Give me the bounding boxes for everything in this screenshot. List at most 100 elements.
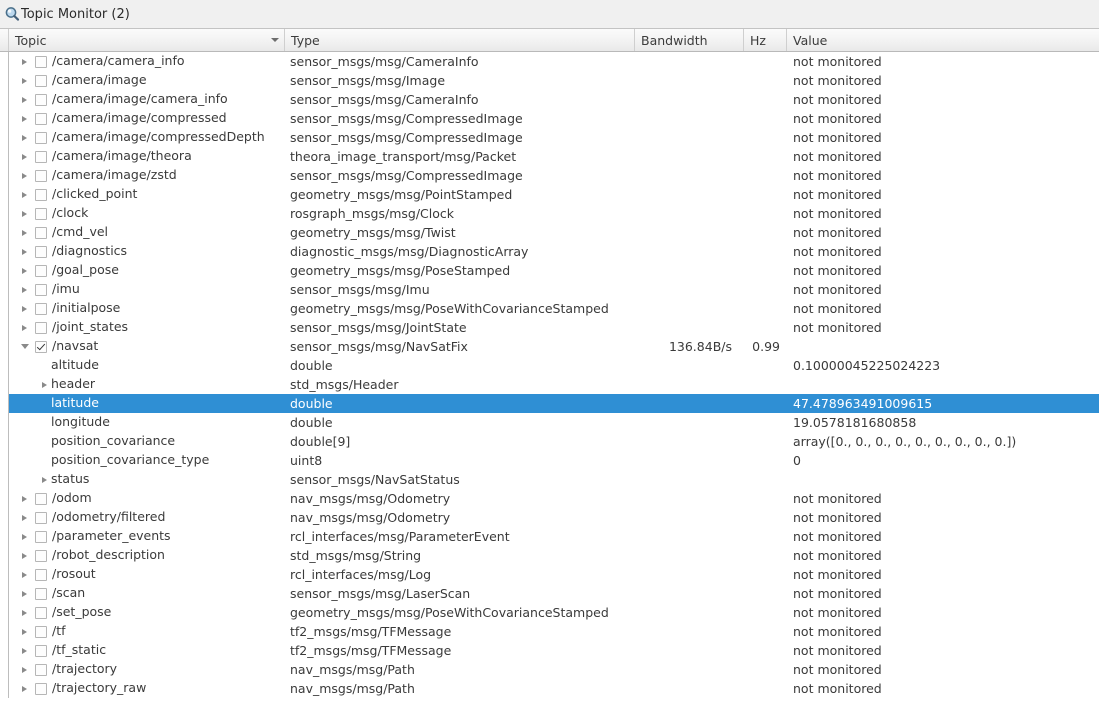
- topic-checkbox[interactable]: [35, 492, 47, 505]
- topic-checkbox[interactable]: [35, 264, 47, 277]
- topic-checkbox[interactable]: [35, 511, 47, 524]
- cell-topic[interactable]: /camera/camera_info: [9, 52, 285, 71]
- expand-arrow-closed-icon[interactable]: [18, 318, 31, 337]
- expand-arrow-closed-icon[interactable]: [38, 470, 51, 489]
- topic-checkbox[interactable]: [35, 112, 47, 125]
- cell-topic[interactable]: /clicked_point: [9, 185, 285, 204]
- cell-topic[interactable]: /initialpose: [9, 299, 285, 318]
- cell-topic[interactable]: /imu: [9, 280, 285, 299]
- topic-checkbox[interactable]: [35, 587, 47, 600]
- topic-checkbox[interactable]: [35, 625, 47, 638]
- cell-topic[interactable]: /camera/image/compressedDepth: [9, 128, 285, 147]
- topic-checkbox[interactable]: [35, 321, 47, 334]
- cell-topic[interactable]: /camera/image: [9, 71, 285, 90]
- table-row[interactable]: /parameter_events rcl_interfaces/msg/Para…: [0, 527, 1099, 546]
- table-row[interactable]: /camera/image/zstd sensor_msgs/msg/Compre…: [0, 166, 1099, 185]
- cell-topic[interactable]: /tf: [9, 622, 285, 641]
- expand-arrow-closed-icon[interactable]: [18, 565, 31, 584]
- column-header-hz[interactable]: Hz: [744, 29, 787, 51]
- cell-topic[interactable]: /parameter_events: [9, 527, 285, 546]
- expand-arrow-closed-icon[interactable]: [18, 679, 31, 698]
- expand-arrow-closed-icon[interactable]: [18, 622, 31, 641]
- column-header-value[interactable]: Value: [787, 29, 1099, 51]
- topic-checkbox[interactable]: [35, 549, 47, 562]
- table-row[interactable]: /navsat sensor_msgs/msg/NavSatFix 136.84B/…: [0, 337, 1099, 356]
- cell-topic[interactable]: status: [9, 470, 285, 489]
- column-header-type[interactable]: Type: [285, 29, 635, 51]
- table-row[interactable]: /camera/image sensor_msgs/msg/Image not mo…: [0, 71, 1099, 90]
- expand-arrow-closed-icon[interactable]: [18, 660, 31, 679]
- table-row[interactable]: latitude double 47.478963491009615: [0, 394, 1099, 413]
- cell-topic[interactable]: /scan: [9, 584, 285, 603]
- expand-arrow-closed-icon[interactable]: [18, 109, 31, 128]
- expand-arrow-closed-icon[interactable]: [18, 489, 31, 508]
- cell-topic[interactable]: altitude: [9, 356, 285, 375]
- cell-topic[interactable]: /trajectory_raw: [9, 679, 285, 698]
- expand-arrow-closed-icon[interactable]: [18, 584, 31, 603]
- table-row[interactable]: /initialpose geometry_msgs/msg/PoseWithCo…: [0, 299, 1099, 318]
- table-row[interactable]: altitude double 0.10000045225024223: [0, 356, 1099, 375]
- column-header-topic[interactable]: Topic: [9, 29, 285, 51]
- cell-topic[interactable]: /diagnostics: [9, 242, 285, 261]
- topic-checkbox[interactable]: [35, 226, 47, 239]
- topic-monitor-tree[interactable]: Topic Type Bandwidth Hz Value /camera/ca…: [0, 28, 1099, 720]
- cell-topic[interactable]: /camera/image/compressed: [9, 109, 285, 128]
- expand-arrow-closed-icon[interactable]: [18, 261, 31, 280]
- table-row[interactable]: /camera/image/theora theora_image_transpo…: [0, 147, 1099, 166]
- topic-checkbox[interactable]: [35, 245, 47, 258]
- table-row[interactable]: /goal_pose geometry_msgs/msg/PoseStamped n…: [0, 261, 1099, 280]
- cell-topic[interactable]: longitude: [9, 413, 285, 432]
- expand-arrow-closed-icon[interactable]: [18, 90, 31, 109]
- table-row[interactable]: /trajectory nav_msgs/msg/Path not monitore…: [0, 660, 1099, 679]
- topic-checkbox[interactable]: [35, 93, 47, 106]
- expand-arrow-closed-icon[interactable]: [18, 185, 31, 204]
- table-row[interactable]: /camera/image/compressedDepth sensor_msgs…: [0, 128, 1099, 147]
- table-row[interactable]: /joint_states sensor_msgs/msg/JointState n…: [0, 318, 1099, 337]
- cell-topic[interactable]: /camera/image/camera_info: [9, 90, 285, 109]
- topic-checkbox[interactable]: [35, 682, 47, 695]
- table-row[interactable]: /robot_description std_msgs/msg/String not…: [0, 546, 1099, 565]
- cell-topic[interactable]: /navsat: [9, 337, 285, 356]
- table-row[interactable]: /odometry/filtered nav_msgs/msg/Odometry n…: [0, 508, 1099, 527]
- table-row[interactable]: /tf tf2_msgs/msg/TFMessage not monitored: [0, 622, 1099, 641]
- cell-topic[interactable]: /camera/image/zstd: [9, 166, 285, 185]
- topic-checkbox[interactable]: [35, 169, 47, 182]
- cell-topic[interactable]: /odom: [9, 489, 285, 508]
- column-header-bandwidth[interactable]: Bandwidth: [635, 29, 744, 51]
- table-row[interactable]: /camera/image/compressed sensor_msgs/msg/…: [0, 109, 1099, 128]
- cell-topic[interactable]: /goal_pose: [9, 261, 285, 280]
- table-row[interactable]: /clicked_point geometry_msgs/msg/PointSta…: [0, 185, 1099, 204]
- table-row[interactable]: /imu sensor_msgs/msg/Imu not monitored: [0, 280, 1099, 299]
- expand-arrow-closed-icon[interactable]: [18, 223, 31, 242]
- topic-checkbox[interactable]: [35, 131, 47, 144]
- table-row[interactable]: /trajectory_raw nav_msgs/msg/Path not moni…: [0, 679, 1099, 698]
- expand-arrow-open-icon[interactable]: [18, 337, 31, 356]
- table-row[interactable]: /diagnostics diagnostic_msgs/msg/Diagnost…: [0, 242, 1099, 261]
- table-row[interactable]: /camera/camera_info sensor_msgs/msg/Camer…: [0, 52, 1099, 71]
- table-row[interactable]: position_covariance double[9] array([0., 0…: [0, 432, 1099, 451]
- expand-arrow-closed-icon[interactable]: [18, 527, 31, 546]
- cell-topic[interactable]: /robot_description: [9, 546, 285, 565]
- topic-checkbox[interactable]: [35, 606, 47, 619]
- expand-arrow-closed-icon[interactable]: [18, 603, 31, 622]
- table-row[interactable]: /rosout rcl_interfaces/msg/Log not monitor…: [0, 565, 1099, 584]
- expand-arrow-closed-icon[interactable]: [18, 71, 31, 90]
- table-row[interactable]: /tf_static tf2_msgs/msg/TFMessage not moni…: [0, 641, 1099, 660]
- table-row[interactable]: position_covariance_type uint8 0: [0, 451, 1099, 470]
- topic-checkbox[interactable]: [35, 74, 47, 87]
- expand-arrow-closed-icon[interactable]: [18, 128, 31, 147]
- expand-arrow-closed-icon[interactable]: [18, 147, 31, 166]
- cell-topic[interactable]: /cmd_vel: [9, 223, 285, 242]
- topic-checkbox[interactable]: [35, 530, 47, 543]
- topic-checkbox[interactable]: [35, 55, 47, 68]
- topic-checkbox[interactable]: [35, 663, 47, 676]
- table-row[interactable]: status sensor_msgs/NavSatStatus: [0, 470, 1099, 489]
- expand-arrow-closed-icon[interactable]: [18, 242, 31, 261]
- expand-arrow-closed-icon[interactable]: [18, 641, 31, 660]
- table-row[interactable]: /scan sensor_msgs/msg/LaserScan not monito…: [0, 584, 1099, 603]
- topic-checkbox-checked[interactable]: [35, 340, 47, 353]
- table-row[interactable]: /camera/image/camera_info sensor_msgs/msg…: [0, 90, 1099, 109]
- topic-checkbox[interactable]: [35, 188, 47, 201]
- topic-checkbox[interactable]: [35, 568, 47, 581]
- expand-arrow-closed-icon[interactable]: [38, 375, 51, 394]
